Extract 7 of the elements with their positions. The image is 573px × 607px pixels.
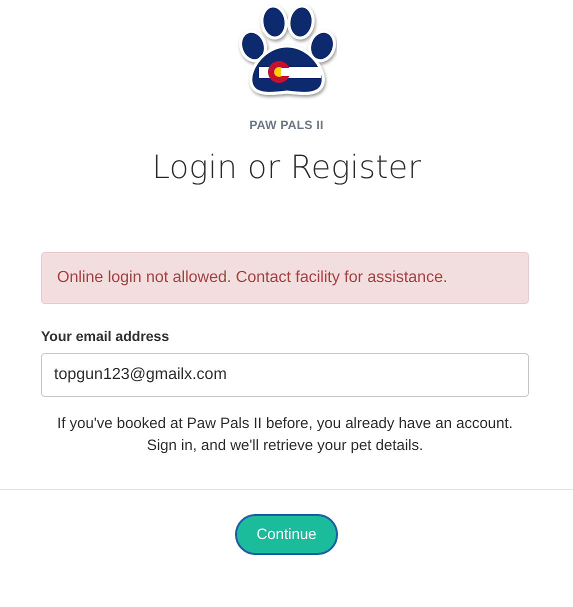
email-field[interactable]: topgun123@gmailx.com bbox=[41, 353, 529, 397]
help-text: Sign in, and we'll retrieve your pet details. bbox=[146, 436, 424, 456]
page-title: Login or Register bbox=[152, 148, 421, 186]
help-text: If you've booked at Paw Pals II before, you already have an account. bbox=[56, 414, 514, 434]
field-label: Your email address bbox=[41, 328, 170, 344]
error-alert: Online login not allowed. Contact facility for assistance. bbox=[41, 252, 529, 304]
brand-name: PAW PALS II bbox=[249, 118, 324, 132]
